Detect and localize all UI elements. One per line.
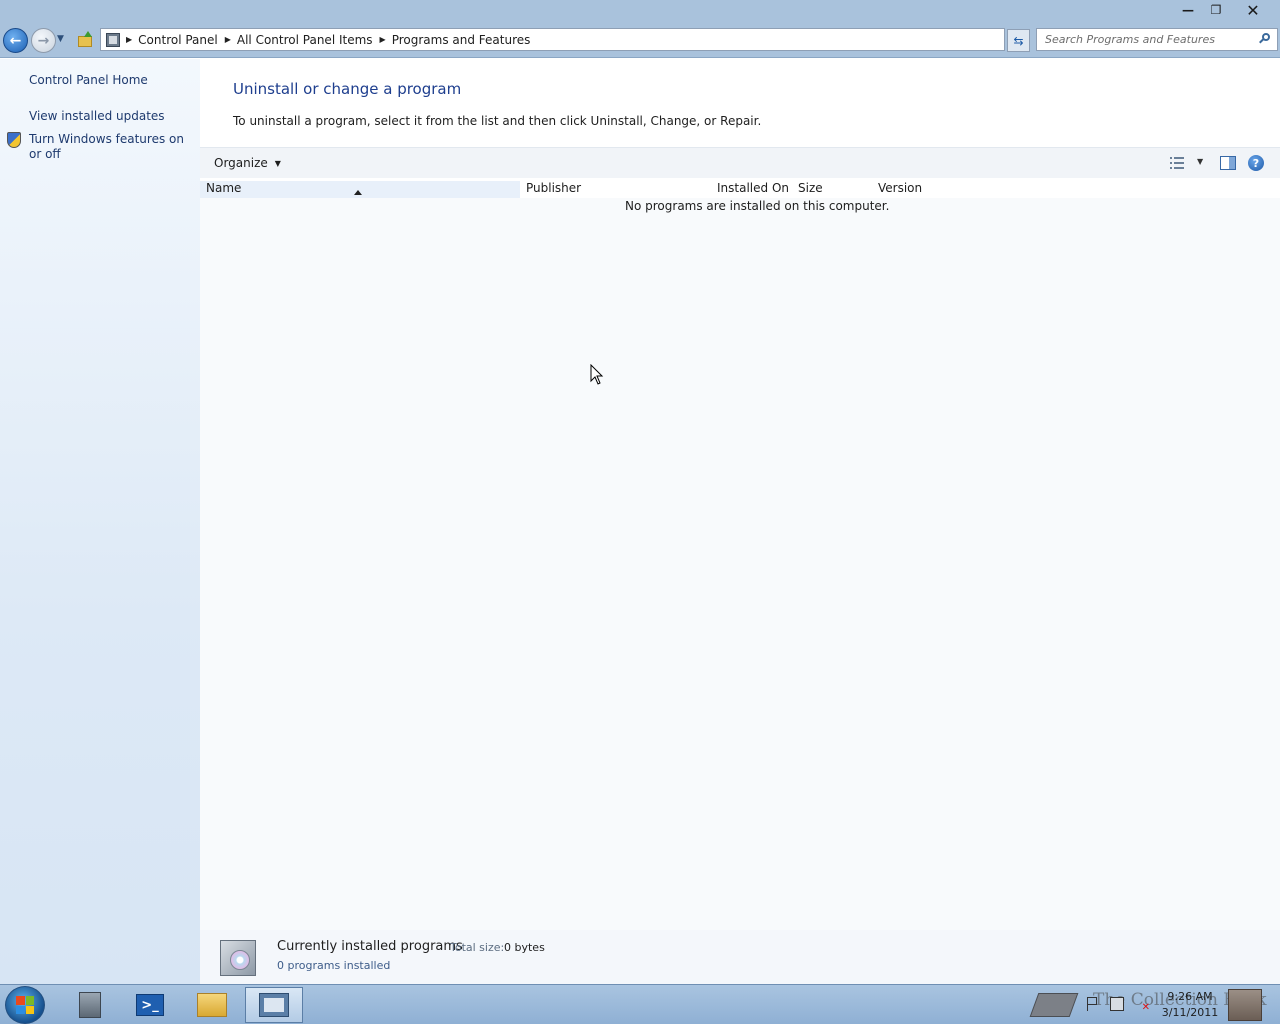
details-pane: Currently installed programs Total size:…: [200, 930, 1280, 984]
view-options-dropdown[interactable]: ▼: [1197, 157, 1203, 166]
taskbar-explorer[interactable]: [183, 987, 241, 1023]
powershell-icon: >_: [136, 994, 164, 1016]
network-icon[interactable]: [1110, 997, 1124, 1011]
action-center-flag-icon[interactable]: [1087, 997, 1097, 1011]
empty-list-message: No programs are installed on this comput…: [625, 199, 890, 213]
folder-up-icon: [78, 30, 92, 47]
sort-ascending-icon: [354, 190, 362, 195]
column-header-version[interactable]: Version: [878, 181, 922, 198]
total-size-value: 0 bytes: [504, 941, 545, 954]
programs-icon: [220, 936, 260, 978]
command-bar: Organize ▼ ▼ ?: [200, 147, 1280, 178]
clock-date: 3/11/2011: [1161, 1006, 1219, 1019]
search-box[interactable]: [1036, 28, 1278, 51]
column-header-installed-on[interactable]: Installed On: [717, 181, 789, 198]
column-header-publisher[interactable]: Publisher: [526, 181, 581, 198]
organize-label: Organize: [214, 156, 268, 170]
details-title: Currently installed programs: [277, 939, 463, 954]
organize-button[interactable]: Organize ▼: [214, 156, 281, 170]
chevron-right-icon[interactable]: ▶: [126, 35, 132, 44]
volume-icon[interactable]: ✕: [1134, 997, 1150, 1013]
main-content: Uninstall or change a program To uninsta…: [200, 59, 1280, 984]
control-panel-home-link[interactable]: Control Panel Home: [29, 73, 148, 87]
chevron-right-icon[interactable]: ▶: [380, 35, 386, 44]
tasks-pane: Control Panel Home View installed update…: [0, 59, 200, 984]
page-title: Uninstall or change a program: [233, 80, 462, 98]
forward-button[interactable]: →: [31, 28, 56, 53]
refresh-icon: ⇆: [1013, 33, 1024, 48]
system-clock[interactable]: 9:26 AM 3/11/2011: [1158, 989, 1222, 1021]
column-header-size[interactable]: Size: [798, 181, 823, 198]
view-installed-updates-link[interactable]: View installed updates: [29, 109, 165, 123]
up-level-button[interactable]: [76, 30, 94, 50]
search-input[interactable]: [1037, 33, 1252, 46]
column-label: Name: [206, 181, 242, 195]
back-button[interactable]: ←: [3, 28, 28, 53]
total-size-label: Total size:: [450, 941, 505, 954]
forward-arrow-icon: →: [37, 32, 50, 49]
taskbar: >_ The Collection Book ✕ 9:26 AM 3/11/20…: [0, 984, 1280, 1024]
clock-time: 9:26 AM: [1167, 990, 1213, 1003]
control-panel-icon: [259, 993, 289, 1017]
programs-list[interactable]: No programs are installed on this comput…: [200, 198, 1280, 930]
taskbar-control-panel[interactable]: [245, 987, 303, 1023]
breadcrumb-programs-features[interactable]: Programs and Features: [392, 33, 531, 47]
taskbar-powershell[interactable]: >_: [121, 987, 179, 1023]
help-icon: ?: [1252, 156, 1260, 170]
breadcrumb-control-panel[interactable]: Control Panel: [138, 33, 218, 47]
maximize-button[interactable]: ❐: [1201, 0, 1231, 20]
user-avatar[interactable]: [1228, 989, 1262, 1021]
chevron-right-icon[interactable]: ▶: [225, 35, 231, 44]
column-header-name[interactable]: Name: [200, 181, 520, 198]
notification-area: The Collection Book ✕ 9:26 AM 3/11/2011: [1029, 985, 1280, 1024]
control-panel-icon: [106, 32, 120, 47]
close-button[interactable]: ✕: [1238, 0, 1268, 20]
column-header-row: Name Publisher Installed On Size Version: [200, 179, 1280, 198]
breadcrumb-all-items[interactable]: All Control Panel Items: [237, 33, 373, 47]
search-icon[interactable]: [1259, 33, 1271, 45]
book-watermark-icon: [1029, 985, 1079, 1024]
window-titlebar[interactable]: — ❐ ✕: [0, 0, 1280, 26]
minimize-button[interactable]: —: [1173, 0, 1203, 20]
taskbar-server-manager[interactable]: [61, 987, 119, 1023]
recent-pages-dropdown[interactable]: ▼: [57, 34, 69, 46]
chevron-down-icon: ▼: [274, 158, 281, 168]
uac-shield-icon: [7, 132, 21, 148]
start-button[interactable]: [5, 986, 45, 1024]
address-bar[interactable]: ▶ Control Panel ▶ All Control Panel Item…: [100, 28, 1098, 51]
refresh-button[interactable]: ⇆: [1007, 29, 1030, 52]
server-manager-icon: [79, 992, 101, 1018]
programs-count: 0 programs installed: [277, 959, 391, 972]
folder-icon: [197, 993, 227, 1017]
help-button[interactable]: ?: [1248, 155, 1264, 171]
windows-features-link[interactable]: Turn Windows features on or off: [29, 132, 189, 162]
preview-pane-button[interactable]: [1220, 156, 1236, 170]
navigation-bar: ← → ▼ ▶ Control Panel ▶ All Control Pane…: [0, 26, 1280, 58]
windows-logo-icon: [16, 996, 34, 1014]
change-view-button[interactable]: [1170, 156, 1186, 170]
page-description: To uninstall a program, select it from t…: [233, 114, 762, 128]
back-arrow-icon: ←: [9, 32, 22, 49]
